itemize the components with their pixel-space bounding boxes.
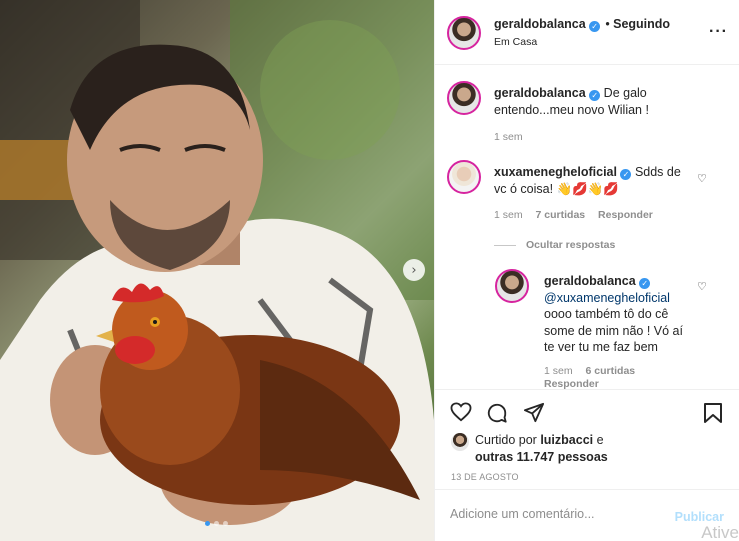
- reply-avatar[interactable]: [495, 269, 529, 303]
- carousel-dot: [214, 521, 219, 526]
- comment-icon[interactable]: [486, 402, 508, 424]
- comments-section[interactable]: geraldobalanca ✓ De galo entendo...meu n…: [435, 66, 739, 389]
- comment-item: xuxamenegheloficial ✓ Sdds de vc ó coisa…: [494, 164, 684, 197]
- location-link[interactable]: Em Casa: [494, 36, 537, 48]
- avatar[interactable]: [447, 16, 481, 50]
- caption-time[interactable]: 1 sem: [494, 131, 523, 143]
- reply-text: oooo também tô do cê some de mim não ! V…: [544, 307, 683, 354]
- hide-replies-label: Ocultar respostas: [526, 239, 616, 251]
- liked-by-conjunction: e: [596, 433, 604, 447]
- reply-username[interactable]: geraldobalanca: [544, 274, 636, 288]
- post-photo[interactable]: ›: [0, 0, 434, 541]
- liked-by-username[interactable]: luizbacci: [540, 433, 593, 447]
- comment-input[interactable]: [450, 507, 660, 521]
- verified-badge-icon: ✓: [589, 21, 601, 32]
- post-actions: Curtido por luizbacci e outras 11.747 pe…: [435, 389, 739, 489]
- reply-time[interactable]: 1 sem: [544, 365, 573, 377]
- bookmark-icon[interactable]: [703, 402, 723, 424]
- reply-meta: 1 sem 6 curtidas Responder: [544, 365, 694, 389]
- comment-meta: 1 sem 7 curtidas Responder: [494, 209, 663, 221]
- verified-badge-icon: ✓: [639, 278, 651, 289]
- add-comment-bar: Publicar: [435, 489, 739, 541]
- caption: geraldobalanca ✓ De galo entendo...meu n…: [494, 85, 694, 118]
- chevron-right-icon[interactable]: ›: [403, 259, 425, 281]
- follow-status-button[interactable]: Seguindo: [613, 17, 670, 31]
- verified-badge-icon: ✓: [620, 169, 632, 180]
- carousel-dot: [223, 521, 228, 526]
- liked-by-others[interactable]: outras 11.747 pessoas: [475, 450, 608, 464]
- header-user-line: geraldobalanca ✓ • Seguindo: [494, 17, 670, 32]
- comment-time[interactable]: 1 sem: [494, 209, 523, 221]
- activation-watermark: Ative: [701, 523, 739, 541]
- caption-username[interactable]: geraldobalanca: [494, 86, 586, 100]
- hide-replies-button[interactable]: Ocultar respostas: [494, 239, 625, 251]
- reply-likes[interactable]: 6 curtidas: [586, 365, 636, 377]
- header-username[interactable]: geraldobalanca: [494, 17, 586, 31]
- reply-reply-button[interactable]: Responder: [544, 378, 599, 389]
- reply-item: geraldobalanca ✓ @xuxamenegheloficial oo…: [544, 273, 692, 356]
- comment-avatar[interactable]: [447, 160, 481, 194]
- comment-username[interactable]: xuxamenegheloficial: [494, 165, 617, 179]
- caption-meta: 1 sem: [494, 131, 533, 143]
- header-separator: •: [605, 17, 610, 31]
- heart-icon[interactable]: [450, 402, 472, 422]
- photo-illustration: [0, 0, 434, 541]
- more-horizontal-icon[interactable]: ···: [709, 23, 728, 41]
- liked-by-prefix: Curtido por: [475, 433, 537, 447]
- liked-by-avatar[interactable]: [451, 433, 469, 451]
- post-date[interactable]: 13 DE AGOSTO: [451, 472, 519, 482]
- reply-mention-link[interactable]: @xuxamenegheloficial: [544, 291, 670, 305]
- verified-badge-icon: ✓: [589, 90, 601, 101]
- comment-likes[interactable]: 7 curtidas: [536, 209, 586, 221]
- caption-avatar[interactable]: [447, 81, 481, 115]
- reply-button[interactable]: Responder: [598, 209, 653, 221]
- publish-button[interactable]: Publicar: [675, 510, 724, 524]
- carousel-dots: [205, 521, 228, 526]
- carousel-dot-active: [205, 521, 210, 526]
- liked-by-text: Curtido por luizbacci e outras 11.747 pe…: [475, 432, 608, 465]
- share-icon[interactable]: [523, 402, 545, 423]
- post-header: geraldobalanca ✓ • Seguindo Em Casa ···: [435, 0, 739, 65]
- reply-like-heart-icon[interactable]: ♡: [697, 280, 707, 293]
- post-sidebar: geraldobalanca ✓ • Seguindo Em Casa ··· …: [434, 0, 739, 541]
- comment-like-heart-icon[interactable]: ♡: [697, 172, 707, 185]
- divider-line: [494, 244, 516, 246]
